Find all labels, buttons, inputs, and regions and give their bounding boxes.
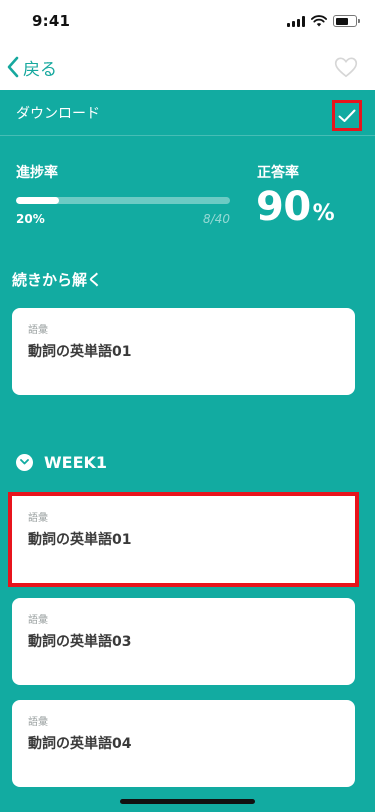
accuracy-unit: % — [312, 201, 335, 226]
progress-percent: 20% — [16, 212, 45, 226]
back-button[interactable]: 戻る — [6, 52, 57, 82]
progress-count: 8/40 — [203, 212, 230, 226]
lesson-category: 語彙 — [28, 615, 48, 626]
lesson-title: 動詞の英単語04 — [28, 736, 132, 752]
status-time: 9:41 — [32, 12, 71, 30]
resume-section-title: 続きから解く — [12, 271, 103, 289]
lesson-title: 動詞の英単語01 — [28, 344, 132, 360]
lesson-category: 語彙 — [28, 325, 48, 336]
lesson-card[interactable]: 語彙 動詞の英単語04 — [12, 700, 355, 787]
heart-icon — [334, 57, 358, 78]
battery-icon — [333, 15, 360, 27]
accuracy-label: 正答率 — [257, 165, 299, 181]
home-indicator — [120, 799, 255, 804]
content-area: ダウンロード 進捗率 20% 8/40 正答率 90% 続きから解く 語彙 動詞… — [0, 90, 375, 812]
download-label: ダウンロード — [16, 106, 100, 122]
lesson-title: 動詞の英単語01 — [28, 532, 132, 548]
accuracy-value: 90% — [256, 184, 335, 230]
checkmark-icon — [338, 109, 356, 122]
week-label: WEEK1 — [44, 452, 108, 472]
lesson-card[interactable]: 語彙 動詞の英単語01 — [8, 492, 359, 587]
back-label: 戻る — [23, 59, 57, 80]
chevron-down-icon — [16, 453, 33, 471]
progress-bar — [16, 197, 230, 204]
lesson-category: 語彙 — [28, 513, 48, 524]
status-bar: 9:41 — [0, 0, 375, 44]
download-toggle[interactable] — [332, 100, 362, 131]
nav-bar: 戻る — [0, 44, 375, 90]
status-icons — [287, 15, 360, 27]
week-header[interactable]: WEEK1 — [16, 452, 107, 472]
resume-lesson-card[interactable]: 語彙 動詞の英単語01 — [12, 308, 355, 395]
progress-label: 進捗率 — [16, 165, 58, 181]
progress-bar-fill — [16, 197, 59, 204]
lesson-card[interactable]: 語彙 動詞の英単語03 — [12, 598, 355, 685]
download-row: ダウンロード — [0, 90, 375, 136]
lesson-category: 語彙 — [28, 717, 48, 728]
cellular-signal-icon — [287, 15, 305, 27]
lesson-title: 動詞の英単語03 — [28, 634, 132, 650]
wifi-icon — [311, 15, 327, 27]
accuracy-number: 90 — [256, 184, 311, 230]
chevron-left-icon — [7, 56, 19, 78]
favorite-button[interactable] — [333, 54, 359, 80]
